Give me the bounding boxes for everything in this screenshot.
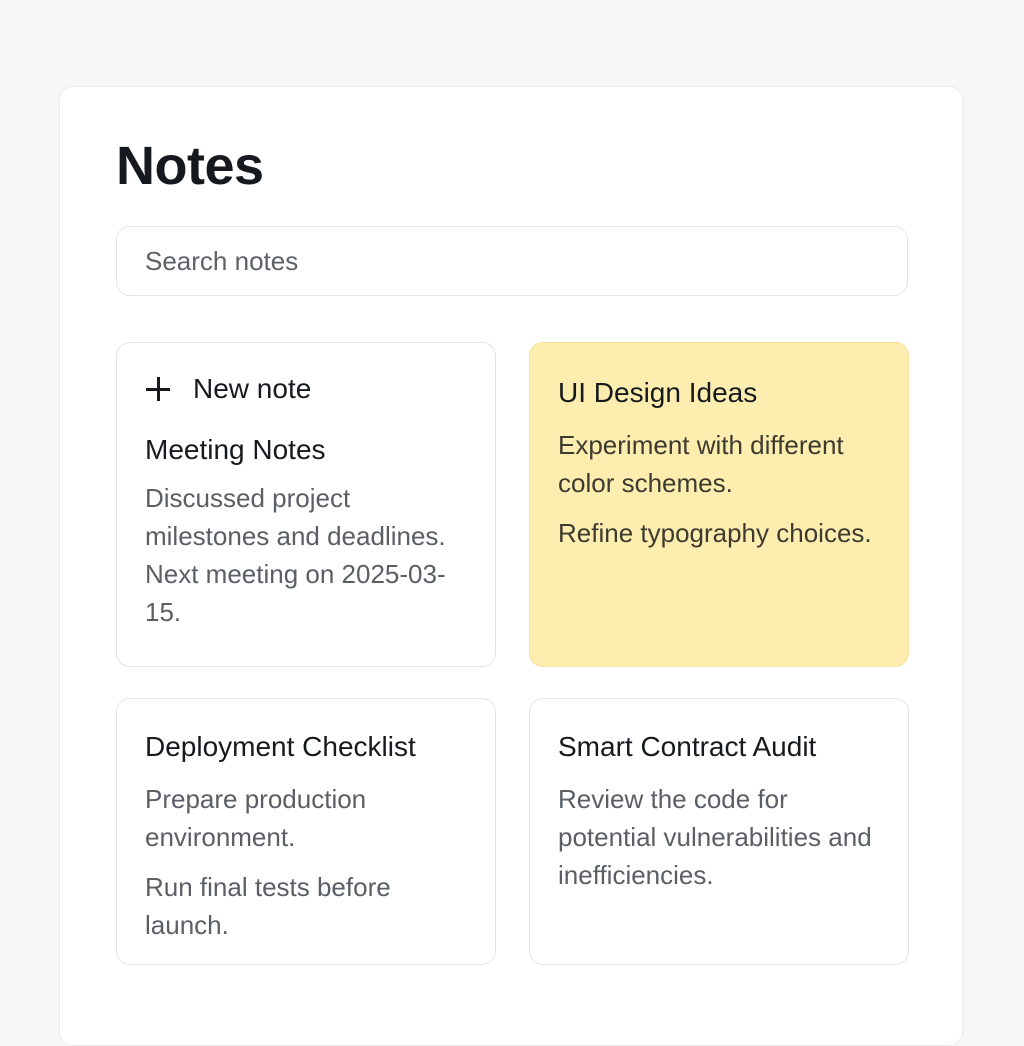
new-note-label: New note xyxy=(193,373,312,404)
note-body: Review the code for potential vulnerabil… xyxy=(558,784,872,890)
note-body: Run final tests before launch. xyxy=(145,872,391,940)
note-body: Prepare production environment. xyxy=(145,784,367,852)
note-body: Refine typography choices. xyxy=(558,518,872,548)
notes-panel: Notes New note Meeting Notes Discussed p… xyxy=(59,86,963,1046)
plus-icon xyxy=(145,376,171,402)
note-card-ui-design-ideas[interactable]: UI Design Ideas Experiment with differen… xyxy=(529,342,909,667)
note-title: Deployment Checklist xyxy=(145,731,416,762)
search-input[interactable] xyxy=(116,226,908,296)
note-title: Smart Contract Audit xyxy=(558,731,817,762)
note-body: Discussed project milestones and deadlin… xyxy=(145,483,446,627)
note-body: Experiment with different color schemes. xyxy=(558,430,844,498)
page-title: Notes xyxy=(116,136,264,196)
note-card-deployment-checklist[interactable]: Deployment Checklist Prepare production … xyxy=(116,698,496,965)
note-card-meeting-notes[interactable]: New note Meeting Notes Discussed project… xyxy=(116,342,496,667)
note-title: UI Design Ideas xyxy=(558,377,758,408)
new-note-button[interactable]: New note xyxy=(145,373,467,405)
note-title: Meeting Notes xyxy=(145,434,326,465)
note-card-smart-contract-audit[interactable]: Smart Contract Audit Review the code for… xyxy=(529,698,909,965)
